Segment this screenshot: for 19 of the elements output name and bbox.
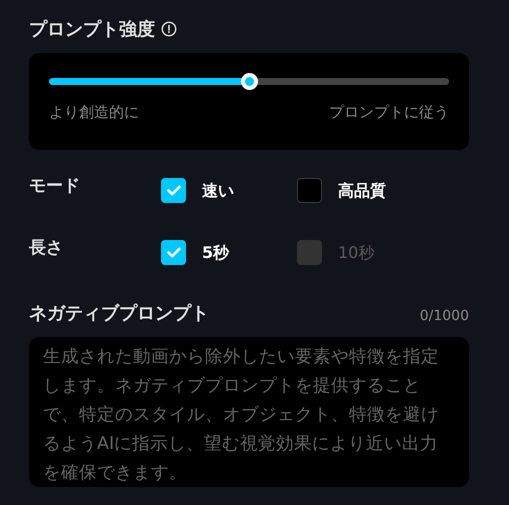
- negative-prompt-field[interactable]: 生成された動画から除外したい要素や特徴を指定します。ネガティブプロンプトを提供することで、特定のスタイル、オブジェクト、特徴を避けるようAIに指示し、望む視覚効果により近い出力を確保できます。: [29, 337, 469, 487]
- check-icon: [166, 247, 180, 258]
- option-group-label: モード: [29, 175, 81, 198]
- option-label: 10秒: [338, 242, 374, 264]
- option-label: 速い: [202, 180, 234, 202]
- slider-thumb[interactable]: [241, 73, 258, 90]
- slider-min-label: より創造的に: [49, 102, 139, 123]
- option-label: 高品質: [338, 180, 386, 202]
- section-title: プロンプト強度: [29, 18, 155, 42]
- check-icon: [166, 185, 180, 196]
- checkbox[interactable]: [297, 178, 322, 203]
- option-group-label: 長さ: [29, 237, 64, 260]
- option-label: 5秒: [202, 242, 230, 264]
- section-title: ネガティブプロンプト: [29, 302, 209, 326]
- info-icon: [161, 21, 177, 37]
- character-counter: 0/1000: [420, 307, 469, 326]
- checkbox[interactable]: [161, 240, 186, 265]
- slider-max-label: プロンプトに従う: [329, 102, 449, 123]
- checkbox[interactable]: [161, 178, 186, 203]
